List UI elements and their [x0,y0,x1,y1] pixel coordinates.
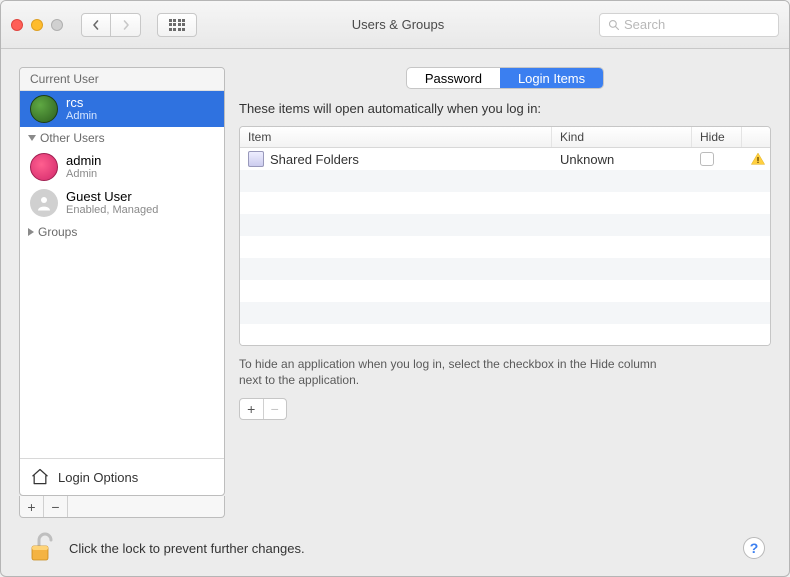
nav-segment [81,13,141,37]
user-role: Enabled, Managed [66,204,158,216]
footer: Click the lock to prevent further change… [19,532,771,564]
login-items-add-remove: + − [239,398,287,420]
groups-section[interactable]: Groups [20,221,224,243]
back-button[interactable] [81,13,111,37]
preferences-window: Users & Groups Search Current User rcs A… [0,0,790,577]
footer-text: Click the lock to prevent further change… [69,541,731,556]
table-row [240,236,770,258]
login-items-table: Item Kind Hide Shared Folders Unknown [239,126,771,346]
item-kind: Unknown [552,152,692,167]
avatar-icon [30,189,58,217]
user-role: Admin [66,110,97,122]
house-icon [30,467,50,487]
sidebar: Current User rcs Admin Other Users [19,67,225,518]
lock-icon[interactable] [25,532,57,564]
avatar-icon [30,153,58,181]
table-row[interactable]: Shared Folders Unknown [240,148,770,170]
hide-checkbox[interactable] [700,152,714,166]
app-icon [248,151,264,167]
search-placeholder: Search [624,17,665,32]
tab-password[interactable]: Password [407,68,500,88]
th-hide[interactable]: Hide [692,127,742,147]
warning-icon [750,151,766,167]
th-warn [742,127,770,147]
tabs: Password Login Items [406,67,604,89]
chevron-down-icon [28,135,36,141]
forward-button[interactable] [111,13,141,37]
sidebar-user-admin[interactable]: admin Admin [20,149,224,185]
sidebar-user-current[interactable]: rcs Admin [20,91,224,127]
add-login-item-button[interactable]: + [240,399,264,419]
table-header: Item Kind Hide [240,127,770,148]
th-item[interactable]: Item [240,127,552,147]
avatar-icon [30,95,58,123]
user-name: admin [66,154,101,168]
tab-login-items[interactable]: Login Items [500,68,603,88]
remove-user-button[interactable]: − [44,496,68,517]
search-icon [608,19,620,31]
titlebar: Users & Groups Search [1,1,789,49]
table-row [240,302,770,324]
item-name: Shared Folders [270,152,359,167]
section-label: Groups [38,225,77,239]
minimize-icon[interactable] [31,19,43,31]
user-name: Guest User [66,190,158,204]
main-heading: These items will open automatically when… [239,101,771,116]
content: Current User rcs Admin Other Users [1,49,789,576]
user-role: Admin [66,168,101,180]
table-row [240,258,770,280]
th-kind[interactable]: Kind [552,127,692,147]
table-row [240,170,770,192]
chevron-right-icon [28,228,34,236]
close-icon[interactable] [11,19,23,31]
grid-icon [169,19,186,31]
table-row [240,192,770,214]
sidebar-user-guest[interactable]: Guest User Enabled, Managed [20,185,224,221]
show-all-button[interactable] [157,13,197,37]
window-controls [11,19,63,31]
login-options-button[interactable]: Login Options [20,458,224,495]
help-button[interactable]: ? [743,537,765,559]
hint-text: To hide an application when you log in, … [239,356,669,388]
sidebar-footer: + − [19,496,225,518]
current-user-header: Current User [20,68,224,91]
section-label: Other Users [40,131,105,145]
remove-login-item-button[interactable]: − [264,399,287,419]
table-row [240,324,770,345]
table-body: Shared Folders Unknown [240,148,770,345]
user-name: rcs [66,96,97,110]
zoom-icon [51,19,63,31]
table-row [240,214,770,236]
table-row [240,280,770,302]
add-user-button[interactable]: + [20,496,44,517]
main-panel: Password Login Items These items will op… [239,67,771,518]
window-title: Users & Groups [205,17,591,32]
other-users-section[interactable]: Other Users [20,127,224,149]
search-input[interactable]: Search [599,13,779,37]
login-options-label: Login Options [58,470,138,485]
